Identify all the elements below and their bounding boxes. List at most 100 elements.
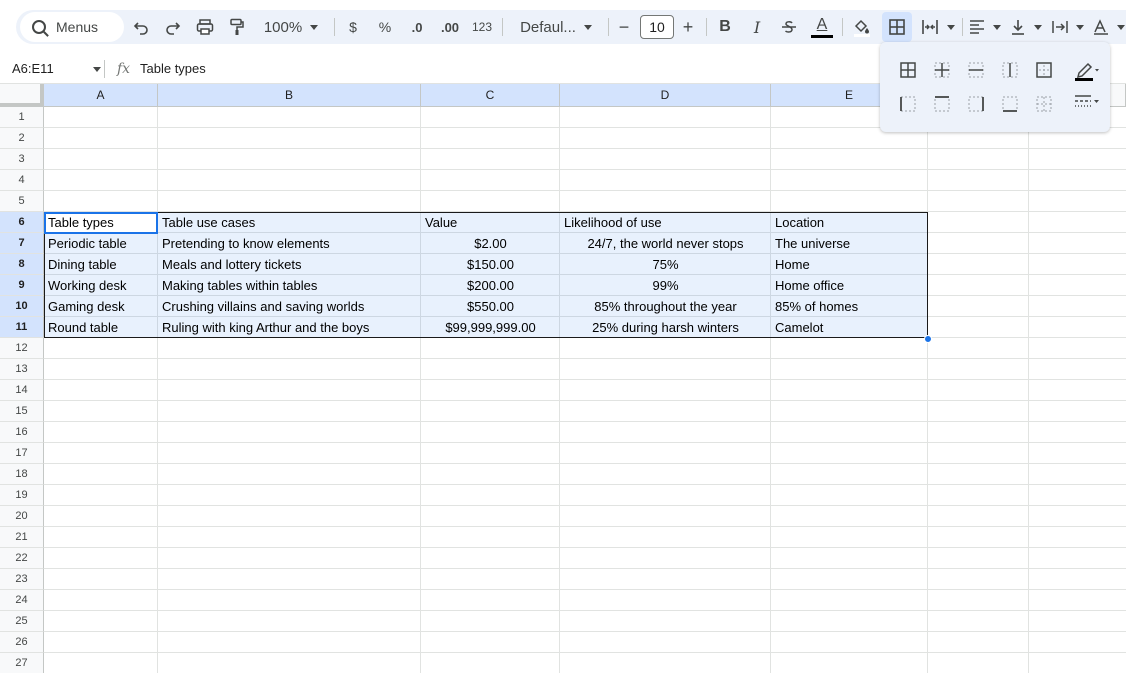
table-cell[interactable]: Meals and lottery tickets xyxy=(158,254,421,275)
undo-button[interactable] xyxy=(130,12,152,42)
table-cell[interactable]: The universe xyxy=(771,233,928,254)
print-button[interactable] xyxy=(194,12,216,42)
inner-borders-button[interactable] xyxy=(928,56,956,84)
table-cell[interactable]: 25% during harsh winters xyxy=(560,317,771,338)
table-cell[interactable]: $550.00 xyxy=(421,296,560,317)
row-header[interactable]: 23 xyxy=(0,569,44,590)
table-cell[interactable]: Round table xyxy=(44,317,158,338)
borders-button[interactable] xyxy=(882,12,912,42)
table-cell[interactable]: $99,999,999.00 xyxy=(421,317,560,338)
text-wrapping-button[interactable] xyxy=(1050,12,1086,42)
name-box[interactable]: A6:E11 xyxy=(12,61,54,76)
table-cell[interactable]: Home office xyxy=(771,275,928,296)
row-header[interactable]: 8 xyxy=(0,254,44,275)
table-cell[interactable]: Making tables within tables xyxy=(158,275,421,296)
row-header[interactable]: 19 xyxy=(0,485,44,506)
border-color-button[interactable] xyxy=(1070,56,1102,84)
table-cell[interactable]: Camelot xyxy=(771,317,928,338)
formula-input[interactable]: Table types xyxy=(140,61,206,76)
column-header-d[interactable]: D xyxy=(560,84,771,107)
row-header[interactable]: 14 xyxy=(0,380,44,401)
row-header[interactable]: 11 xyxy=(0,317,44,338)
row-header[interactable]: 25 xyxy=(0,611,44,632)
zoom-select[interactable]: 100% xyxy=(258,12,324,42)
row-header[interactable]: 12 xyxy=(0,338,44,359)
column-header-b[interactable]: B xyxy=(158,84,421,107)
left-border-button[interactable] xyxy=(894,90,922,118)
vertical-align-button[interactable] xyxy=(1008,12,1044,42)
decrease-font-size-button[interactable]: − xyxy=(614,12,634,42)
table-cell[interactable]: Home xyxy=(771,254,928,275)
strikethrough-button[interactable] xyxy=(778,12,800,42)
header-cell[interactable]: Likelihood of use xyxy=(560,212,771,233)
header-cell[interactable]: Location xyxy=(771,212,928,233)
column-header-c[interactable]: C xyxy=(421,84,560,107)
right-border-button[interactable] xyxy=(962,90,990,118)
table-cell[interactable]: Periodic table xyxy=(44,233,158,254)
row-header[interactable]: 26 xyxy=(0,632,44,653)
row-header[interactable]: 3 xyxy=(0,149,44,170)
select-all-corner[interactable] xyxy=(0,84,44,107)
border-style-button[interactable] xyxy=(1070,88,1102,116)
row-header[interactable]: 20 xyxy=(0,506,44,527)
row-header[interactable]: 1 xyxy=(0,107,44,128)
row-header[interactable]: 6 xyxy=(0,212,44,233)
paint-format-button[interactable] xyxy=(226,12,248,42)
row-header[interactable]: 18 xyxy=(0,464,44,485)
row-header[interactable]: 2 xyxy=(0,128,44,149)
outer-borders-button[interactable] xyxy=(1030,56,1058,84)
increase-decimal-button[interactable]: .00 xyxy=(436,12,464,42)
vertical-borders-button[interactable] xyxy=(996,56,1024,84)
currency-format-button[interactable]: $ xyxy=(342,12,364,42)
table-cell[interactable]: 99% xyxy=(560,275,771,296)
menus-search-button[interactable]: Menus xyxy=(20,12,124,42)
italic-button[interactable]: I xyxy=(746,12,768,42)
row-header[interactable]: 5 xyxy=(0,191,44,212)
row-header[interactable]: 24 xyxy=(0,590,44,611)
table-cell[interactable]: 85% throughout the year xyxy=(560,296,771,317)
row-header[interactable]: 21 xyxy=(0,527,44,548)
all-borders-button[interactable] xyxy=(894,56,922,84)
bold-button[interactable]: B xyxy=(714,12,736,42)
row-header[interactable]: 16 xyxy=(0,422,44,443)
row-header[interactable]: 22 xyxy=(0,548,44,569)
clear-borders-button[interactable] xyxy=(1030,90,1058,118)
table-cell[interactable]: 24/7, the world never stops xyxy=(560,233,771,254)
table-cell[interactable]: 75% xyxy=(560,254,771,275)
row-header[interactable]: 4 xyxy=(0,170,44,191)
header-cell[interactable]: Table types xyxy=(44,212,158,233)
text-rotation-button[interactable] xyxy=(1092,12,1126,42)
header-cell[interactable]: Table use cases xyxy=(158,212,421,233)
redo-button[interactable] xyxy=(162,12,184,42)
chevron-down-icon[interactable] xyxy=(93,67,101,72)
table-cell[interactable]: $200.00 xyxy=(421,275,560,296)
horizontal-borders-button[interactable] xyxy=(962,56,990,84)
row-header[interactable]: 9 xyxy=(0,275,44,296)
top-border-button[interactable] xyxy=(928,90,956,118)
table-cell[interactable]: 85% of homes xyxy=(771,296,928,317)
table-cell[interactable]: $2.00 xyxy=(421,233,560,254)
text-color-button[interactable]: A xyxy=(810,12,834,42)
header-cell[interactable]: Value xyxy=(421,212,560,233)
spreadsheet-grid[interactable]: A B C D E 1 2 3 4 5 6 7 8 9 10 11 12 13 14 15 16 17 18 19 2… xyxy=(0,84,1126,673)
table-cell[interactable]: Ruling with king Arthur and the boys xyxy=(158,317,421,338)
table-cell[interactable]: Gaming desk xyxy=(44,296,158,317)
more-formats-button[interactable]: 123 xyxy=(470,12,494,42)
column-header-a[interactable]: A xyxy=(44,84,158,107)
table-cell[interactable]: $150.00 xyxy=(421,254,560,275)
fill-handle[interactable] xyxy=(924,335,932,343)
font-select[interactable]: Defaul... xyxy=(512,12,600,42)
merge-cells-button[interactable] xyxy=(918,12,958,42)
bottom-border-button[interactable] xyxy=(996,90,1024,118)
row-header[interactable]: 17 xyxy=(0,443,44,464)
table-cell[interactable]: Crushing villains and saving worlds xyxy=(158,296,421,317)
fill-color-button[interactable] xyxy=(850,12,874,42)
row-header[interactable]: 10 xyxy=(0,296,44,317)
row-header[interactable]: 15 xyxy=(0,401,44,422)
increase-font-size-button[interactable]: + xyxy=(678,12,698,42)
table-cell[interactable]: Working desk xyxy=(44,275,158,296)
row-header[interactable]: 27 xyxy=(0,653,44,673)
row-header[interactable]: 13 xyxy=(0,359,44,380)
row-header[interactable]: 7 xyxy=(0,233,44,254)
font-size-input[interactable]: 10 xyxy=(640,15,674,39)
